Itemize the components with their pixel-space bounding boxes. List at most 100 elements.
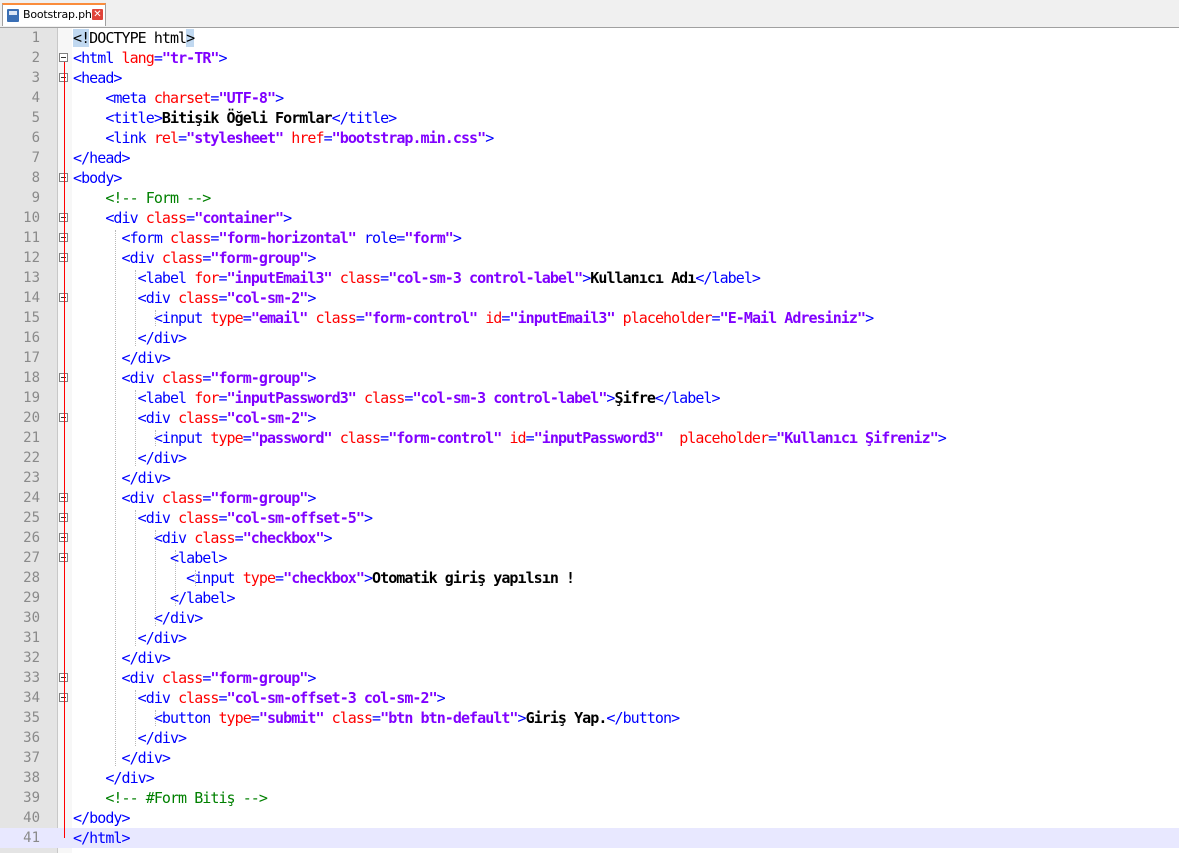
code-line[interactable]: 17 </div> [0, 348, 1179, 368]
code-line[interactable]: 21 <input type="password" class="form-co… [0, 428, 1179, 448]
code-text: <button type="submit" class="btn btn-def… [153, 709, 680, 727]
code-line[interactable]: 39 <!-- #Form Bitiş --> [0, 788, 1179, 808]
code-text: <div class="form-group"> [121, 489, 317, 507]
code-line[interactable]: 10 <div class="container"> [0, 208, 1179, 228]
code-line[interactable]: 2 <html lang="tr-TR"> [0, 48, 1179, 68]
code-text: <div class="col-sm-offset-5"> [137, 509, 373, 527]
code-line[interactable]: 37 </div> [0, 748, 1179, 768]
line-number: 6 [31, 130, 40, 146]
code-line[interactable]: 31 </div> [0, 628, 1179, 648]
code-line[interactable]: 8 <body> [0, 168, 1179, 188]
line-number: 4 [31, 90, 40, 106]
line-number: 22 [23, 450, 40, 466]
line-number: 27 [23, 550, 40, 566]
line-number: 34 [23, 690, 40, 706]
code-text: <!-- #Form Bitiş --> [105, 789, 268, 807]
code-text: <label for="inputEmail3" class="col-sm-3… [137, 269, 761, 287]
code-line[interactable]: 20 <div class="col-sm-2"> [0, 408, 1179, 428]
code-line[interactable]: 3 <head> [0, 68, 1179, 88]
code-text: <body> [73, 169, 122, 187]
code-text: <input type="checkbox">Otomatik giriş ya… [186, 569, 575, 587]
indent-guide [135, 690, 136, 746]
line-number: 12 [23, 250, 40, 266]
code-text: </html> [73, 829, 131, 847]
code-line[interactable]: 9 <!-- Form --> [0, 188, 1179, 208]
line-number: 40 [23, 810, 40, 826]
code-line[interactable]: 7 </head> [0, 148, 1179, 168]
code-text: <!-- Form --> [105, 189, 211, 207]
code-text: </div> [121, 749, 171, 767]
indent-guide [135, 510, 136, 646]
code-text: <div class="col-sm-2"> [137, 289, 317, 307]
php-file-icon [7, 9, 19, 22]
code-line[interactable]: 25 <div class="col-sm-offset-5"> [0, 508, 1179, 528]
code-text: </body> [73, 809, 131, 827]
code-text: </head> [73, 149, 131, 167]
code-text: <html lang="tr-TR"> [73, 49, 228, 67]
line-number: 19 [23, 390, 40, 406]
code-text: <div class="form-group"> [121, 249, 317, 267]
code-text: <div class="col-sm-2"> [137, 409, 317, 427]
line-number: 11 [23, 230, 40, 246]
code-line[interactable]: 32 </div> [0, 648, 1179, 668]
code-line[interactable]: 15 <input type="email" class="form-contr… [0, 308, 1179, 328]
code-line[interactable]: 27 <label> [0, 548, 1179, 568]
indent-guide [155, 530, 156, 626]
code-text: </div> [137, 329, 187, 347]
tab-bootstrap-php[interactable]: Bootstrap.php ✕ [2, 3, 106, 26]
line-number: 10 [23, 210, 40, 226]
code-line[interactable]: 41 </html> [0, 828, 1179, 848]
code-line[interactable]: 26 <div class="checkbox"> [0, 528, 1179, 548]
code-line[interactable]: 35 <button type="submit" class="btn btn-… [0, 708, 1179, 728]
line-number: 31 [23, 630, 40, 646]
code-line[interactable]: 38 </div> [0, 768, 1179, 788]
line-number: 32 [23, 650, 40, 666]
code-editor[interactable]: 1 <!DOCTYPE html> 2 <html lang="tr-TR"> 3 <he… [0, 28, 1179, 853]
line-number: 35 [23, 710, 40, 726]
code-text: </div> [121, 649, 171, 667]
code-line[interactable]: 5 <title>Bitişik Öğeli Formlar</title> [0, 108, 1179, 128]
code-line[interactable]: 14 <div class="col-sm-2"> [0, 288, 1179, 308]
code-line[interactable]: 33 <div class="form-group"> [0, 668, 1179, 688]
close-icon[interactable]: ✕ [92, 9, 103, 20]
line-number: 3 [31, 70, 40, 86]
code-line[interactable]: 11 <form class="form-horizontal" role="f… [0, 228, 1179, 248]
code-text: <label for="inputPassword3" class="col-s… [137, 389, 721, 407]
code-text: </div> [105, 769, 154, 787]
line-number: 29 [23, 590, 40, 606]
code-line[interactable]: 29 </label> [0, 588, 1179, 608]
code-line[interactable]: 40 </body> [0, 808, 1179, 828]
code-line[interactable]: 22 </div> [0, 448, 1179, 468]
code-line[interactable]: 16 </div> [0, 328, 1179, 348]
line-number: 20 [23, 410, 40, 426]
indent-guide [195, 570, 196, 586]
code-line[interactable]: 30 </div> [0, 608, 1179, 628]
line-number: 5 [31, 110, 40, 126]
line-number: 13 [23, 270, 40, 286]
code-line[interactable]: 1 <!DOCTYPE html> [0, 28, 1179, 48]
fold-toggle-icon[interactable] [59, 53, 68, 62]
line-number: 25 [23, 510, 40, 526]
code-line[interactable]: 13 <label for="inputEmail3" class="col-s… [0, 268, 1179, 288]
code-line[interactable]: 34 <div class="col-sm-offset-3 col-sm-2"… [0, 688, 1179, 708]
code-text: <head> [73, 69, 122, 87]
line-number: 16 [23, 330, 40, 346]
code-line[interactable]: 36 </div> [0, 728, 1179, 748]
code-line[interactable]: 19 <label for="inputPassword3" class="co… [0, 388, 1179, 408]
code-text: <input type="email" class="form-control"… [153, 309, 874, 327]
line-number: 9 [31, 190, 40, 206]
code-line[interactable]: 23 </div> [0, 468, 1179, 488]
line-number: 21 [23, 430, 40, 446]
code-line[interactable]: 6 <link rel="stylesheet" href="bootstrap… [0, 128, 1179, 148]
code-line[interactable]: 4 <meta charset="UTF-8"> [0, 88, 1179, 108]
code-line[interactable]: 12 <div class="form-group"> [0, 248, 1179, 268]
code-line[interactable]: 24 <div class="form-group"> [0, 488, 1179, 508]
code-text: <div class="form-group"> [121, 369, 317, 387]
code-text: <div class="col-sm-offset-3 col-sm-2"> [137, 689, 446, 707]
code-text: <div class="checkbox"> [153, 529, 333, 547]
line-number: 37 [23, 750, 40, 766]
code-line[interactable]: 18 <div class="form-group"> [0, 368, 1179, 388]
tab-label: Bootstrap.php [23, 8, 99, 21]
code-line[interactable]: 28 <input type="checkbox">Otomatik giriş… [0, 568, 1179, 588]
code-text: </div> [121, 349, 171, 367]
